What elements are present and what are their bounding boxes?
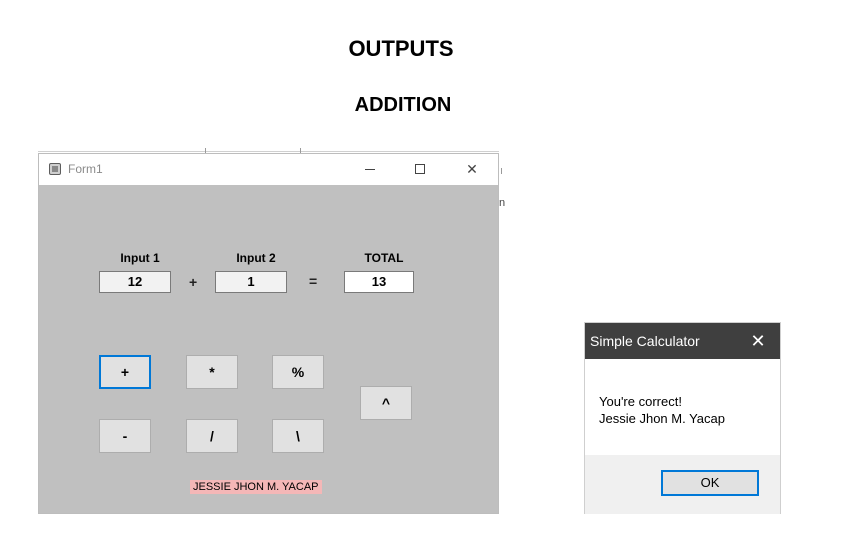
outputs-heading: OUTPUTS: [348, 36, 454, 61]
window-title: Form1: [68, 162, 103, 176]
input1-label: Input 1: [120, 251, 160, 265]
dialog-title: Simple Calculator: [590, 333, 700, 349]
background-fragment-tick: [501, 168, 502, 174]
plus-operator: +: [189, 274, 198, 290]
input2-label: Input 2: [236, 251, 276, 265]
maximize-button[interactable]: [410, 159, 430, 179]
close-button[interactable]: ✕: [462, 159, 482, 179]
dialog-message: You're correct! Jessie Jhon M. Yacap: [599, 393, 725, 427]
form1-window: Form1 ✕ Input 1 Input 2 TOTAL 12 + 1 = 1…: [38, 153, 499, 514]
minimize-button[interactable]: [360, 159, 380, 179]
author-name-label: JESSIE JHON M. YACAP: [190, 480, 322, 494]
minimize-icon: [365, 169, 375, 170]
close-icon: ✕: [466, 161, 478, 177]
addition-heading: ADDITION: [354, 94, 452, 116]
dialog-footer: OK: [585, 455, 780, 514]
equals-sign: =: [309, 273, 318, 289]
input2-field[interactable]: 1: [215, 271, 287, 293]
integer-divide-button[interactable]: \: [272, 419, 324, 453]
close-icon: ✕: [750, 331, 766, 351]
ok-button[interactable]: OK: [661, 470, 759, 496]
app-icon: [49, 163, 61, 175]
add-button[interactable]: +: [99, 355, 151, 389]
dialog-message-line1: You're correct!: [599, 394, 682, 409]
background-fragment-char: n: [499, 197, 506, 209]
message-dialog: Simple Calculator ✕ You're correct! Jess…: [584, 322, 781, 514]
background-fragment-line: [38, 151, 499, 152]
input1-field[interactable]: 12: [99, 271, 171, 293]
maximize-icon: [415, 164, 425, 174]
percent-button[interactable]: %: [272, 355, 324, 389]
form1-titlebar[interactable]: Form1 ✕: [39, 154, 498, 185]
multiply-button[interactable]: *: [186, 355, 238, 389]
subtract-button[interactable]: -: [99, 419, 151, 453]
divide-button[interactable]: /: [186, 419, 238, 453]
dialog-close-button[interactable]: ✕: [745, 328, 771, 354]
dialog-titlebar[interactable]: Simple Calculator ✕: [585, 323, 780, 359]
dialog-message-line2: Jessie Jhon M. Yacap: [599, 411, 725, 426]
total-label: TOTAL: [364, 251, 404, 265]
total-field[interactable]: 13: [344, 271, 414, 293]
power-button[interactable]: ^: [360, 386, 412, 420]
